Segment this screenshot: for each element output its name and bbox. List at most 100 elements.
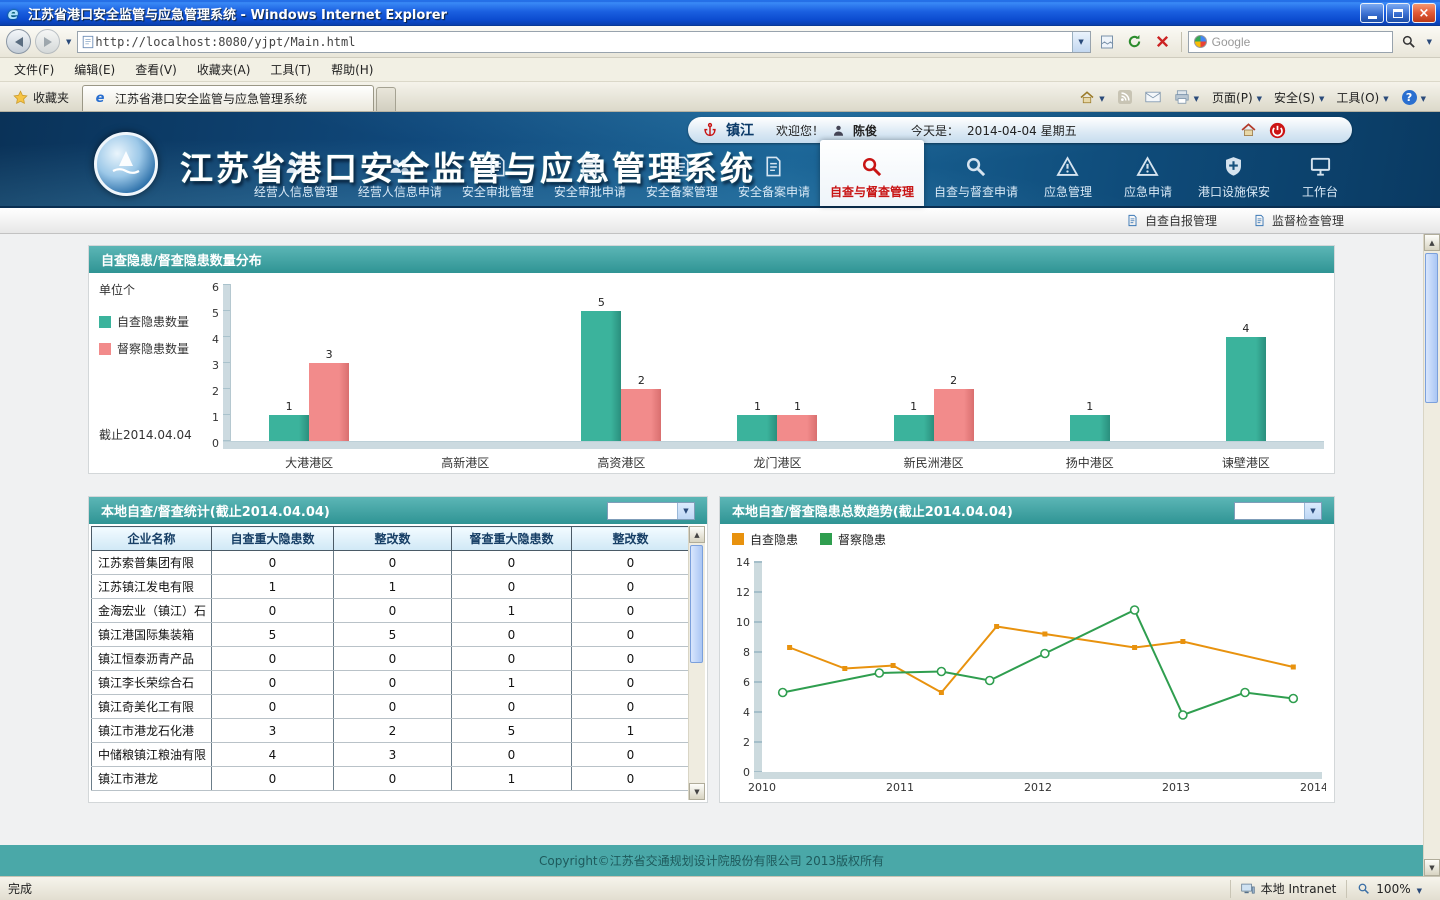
search-options-dropdown[interactable] (1425, 38, 1434, 46)
table-cell: 0 (212, 647, 334, 671)
search-box[interactable] (1188, 31, 1393, 53)
subnav-item-1[interactable]: 监督检查管理 (1253, 212, 1344, 229)
logout-icon[interactable] (1269, 122, 1286, 139)
minimize-button[interactable] (1360, 3, 1384, 23)
page-scroll-down-button[interactable] (1424, 859, 1440, 876)
menu-item-3[interactable]: 收藏夹(A) (187, 58, 261, 81)
history-dropdown[interactable] (64, 38, 73, 46)
table-row[interactable]: 镇江李长荣综合石0010 (92, 671, 690, 695)
stop-button[interactable] (1151, 30, 1175, 54)
feeds-button[interactable] (1112, 86, 1138, 108)
search-input[interactable] (1212, 35, 1387, 49)
table-row[interactable]: 镇江恒泰沥青产品0000 (92, 647, 690, 671)
search-button[interactable] (1397, 30, 1421, 54)
user-icon (832, 124, 845, 137)
user-name[interactable]: 陈俊 (853, 122, 877, 139)
table-row[interactable]: 金海宏业（镇江）石0010 (92, 599, 690, 623)
menu-item-2[interactable]: 查看(V) (125, 58, 187, 81)
close-button[interactable]: × (1412, 3, 1436, 23)
subnav-item-0[interactable]: 自查自报管理 (1126, 212, 1217, 229)
stats-table-container: 企业名称自查重大隐患数整改数督查重大隐患数整改数江苏索普集团有限0000江苏镇江… (89, 524, 707, 802)
address-dropdown-button[interactable] (1072, 32, 1090, 52)
help-button[interactable]: ? (1396, 86, 1432, 109)
nav-item-label: 应急管理 (1044, 183, 1092, 200)
zoom-control[interactable]: 100% (1346, 880, 1432, 898)
line-chart-svg: 0246810121420102011201220132014 (726, 550, 1326, 798)
bar-自查隐患数量: 1 (269, 415, 309, 441)
print-button[interactable] (1168, 86, 1205, 108)
people-icon (284, 155, 307, 178)
legend-swatch (99, 343, 111, 355)
nav-item-6[interactable]: 自查与督查管理 (820, 140, 924, 206)
table-row[interactable]: 镇江港国际集装箱5500 (92, 623, 690, 647)
nav-item-9[interactable]: 应急申请 (1108, 150, 1188, 206)
table-scroll-thumb[interactable] (690, 545, 703, 663)
address-bar[interactable] (77, 31, 1090, 53)
table-row[interactable]: 江苏索普集团有限0000 (92, 551, 690, 575)
bar-chart-unit-label: 单位个 (99, 281, 205, 298)
refresh-button[interactable] (1123, 30, 1147, 54)
maximize-button[interactable] (1386, 3, 1410, 23)
table-scroll-up-button[interactable] (689, 526, 705, 543)
command-button-2[interactable]: 工具(O) (1330, 85, 1394, 110)
menu-item-0[interactable]: 文件(F) (4, 58, 64, 81)
forward-button[interactable] (35, 29, 60, 54)
stats-filter-select[interactable] (607, 502, 695, 520)
bar-value-label: 5 (581, 296, 621, 309)
command-button-1[interactable]: 安全(S) (1268, 85, 1330, 110)
url-input[interactable] (95, 35, 1071, 49)
command-button-label: 安全(S) (1274, 89, 1315, 106)
table-row[interactable]: 镇江奇美化工有限0000 (92, 695, 690, 719)
nav-item-4[interactable]: 安全备案管理 (636, 150, 728, 206)
home-button[interactable] (1073, 86, 1110, 109)
back-button[interactable] (6, 29, 31, 54)
table-cell: 5 (334, 623, 452, 647)
bar-group: 1 (1012, 415, 1168, 441)
bar-value-label: 2 (621, 374, 661, 387)
page-scrollbar[interactable] (1423, 234, 1440, 876)
favorites-button[interactable]: 收藏夹 (4, 84, 78, 111)
nav-item-5[interactable]: 安全备案申请 (728, 150, 820, 206)
table-row[interactable]: 江苏镇江发电有限1100 (92, 575, 690, 599)
nav-item-7[interactable]: 自查与督查申请 (924, 150, 1028, 206)
legend-item: 自查隐患数量 (99, 313, 205, 330)
window-titlebar: e 江苏省港口安全监管与应急管理系统 - Windows Internet Ex… (0, 0, 1440, 26)
doc-icon (1126, 214, 1139, 227)
column-header: 自查重大隐患数 (212, 527, 334, 551)
trend-filter-select[interactable] (1234, 502, 1322, 520)
nav-item-0[interactable]: 经营人信息管理 (244, 150, 348, 206)
nav-item-10[interactable]: 港口设施保安 (1188, 150, 1280, 206)
nav-item-1[interactable]: 经营人信息申请 (348, 150, 452, 206)
table-cell: 0 (334, 695, 452, 719)
nav-item-2[interactable]: 安全审批管理 (452, 150, 544, 206)
page-scroll-thumb[interactable] (1425, 253, 1438, 403)
mail-button[interactable] (1139, 87, 1167, 107)
table-row[interactable]: 镇江市港龙石化港3251 (92, 719, 690, 743)
x-category-label: 高新港区 (387, 449, 543, 471)
y-tick-label: 4 (212, 333, 219, 346)
menu-item-1[interactable]: 编辑(E) (64, 58, 125, 81)
doc-icon (486, 155, 509, 178)
nav-item-8[interactable]: 应急管理 (1028, 150, 1108, 206)
nav-item-11[interactable]: 工作台 (1280, 150, 1360, 206)
new-tab-stub[interactable] (376, 87, 396, 111)
table-cell: 0 (452, 647, 572, 671)
legend-label: 自查隐患 (750, 531, 798, 548)
command-button-0[interactable]: 页面(P) (1206, 85, 1268, 110)
stats-panel: 本地自查/督查统计(截止2014.04.04) 企业名称自查重大隐患数整改数督查… (88, 496, 708, 803)
table-row[interactable]: 镇江市港龙0010 (92, 767, 690, 791)
page-scroll-up-button[interactable] (1424, 234, 1440, 251)
table-cell: 江苏索普集团有限 (92, 551, 212, 575)
table-scrollbar[interactable] (688, 526, 705, 800)
doc-icon (578, 155, 601, 178)
chevron-down-icon (1383, 90, 1388, 104)
table-scroll-down-button[interactable] (689, 783, 705, 800)
menu-item-5[interactable]: 帮助(H) (321, 58, 383, 81)
browser-tab-active[interactable]: e 江苏省港口安全监管与应急管理系统 (82, 85, 374, 111)
table-row[interactable]: 中储粮镇江粮油有限4300 (92, 743, 690, 767)
menu-item-4[interactable]: 工具(T) (260, 58, 321, 81)
bar-group: 12 (856, 389, 1012, 441)
nav-item-3[interactable]: 安全审批申请 (544, 150, 636, 206)
portal-home-icon[interactable] (1240, 122, 1257, 138)
compatibility-view-button[interactable] (1095, 30, 1119, 54)
